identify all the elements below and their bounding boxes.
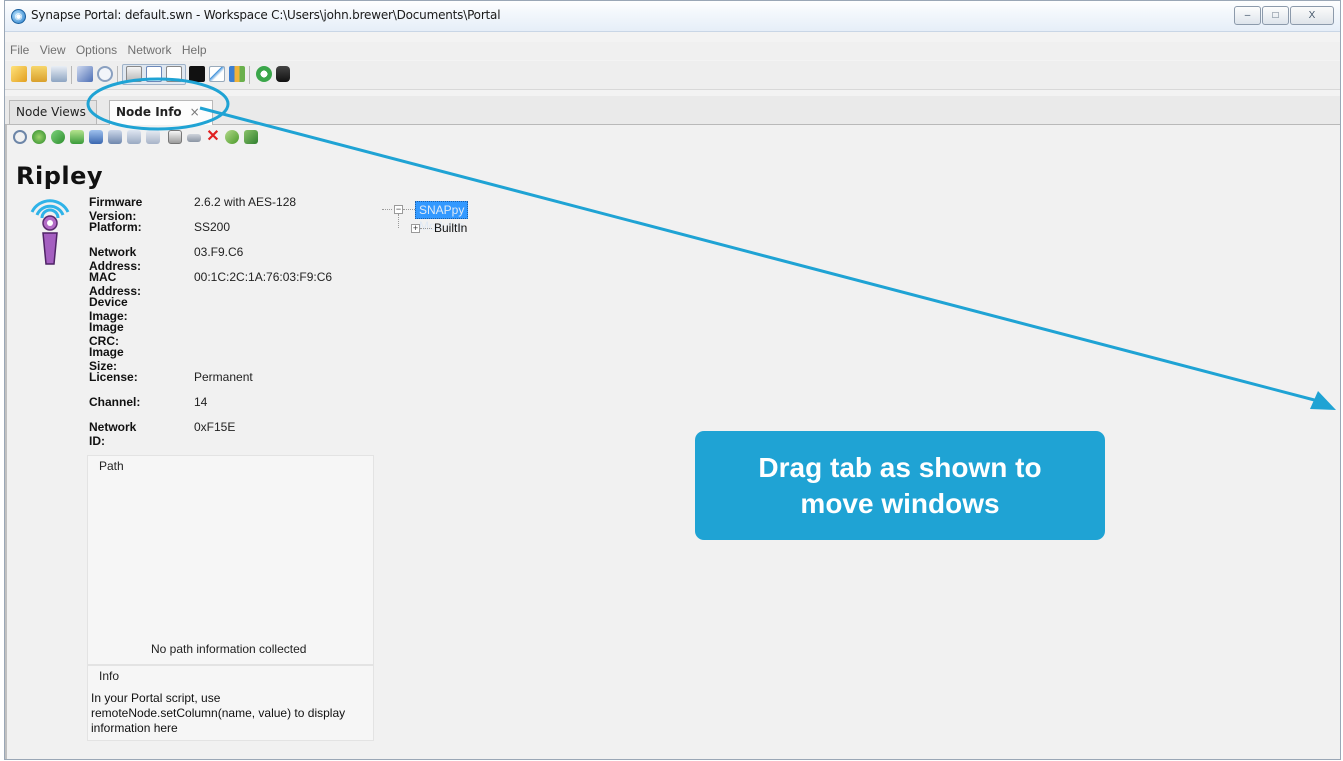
callout-line-2: move windows bbox=[800, 487, 1000, 519]
property-label: Network Address: bbox=[89, 245, 142, 273]
close-button[interactable]: X bbox=[1290, 6, 1334, 25]
toolbar-separator bbox=[71, 66, 72, 84]
tree-line bbox=[398, 214, 399, 228]
property-value: 0xF15E bbox=[194, 420, 236, 434]
info-panel: Info In your Portal script, use remoteNo… bbox=[87, 665, 374, 741]
app-window: ◉ Synapse Portal: default.swn - Workspac… bbox=[4, 0, 1341, 760]
query-icon[interactable] bbox=[32, 130, 46, 144]
tab-label: Node Views bbox=[16, 105, 86, 119]
maximize-button[interactable]: □ bbox=[1262, 6, 1289, 25]
node-views-icon[interactable] bbox=[126, 66, 142, 82]
tab-node-info[interactable]: Node Info × bbox=[109, 100, 213, 125]
tab-label: Node Info bbox=[116, 105, 182, 119]
tree-line bbox=[403, 209, 415, 210]
tab-node-views[interactable]: Node Views bbox=[9, 100, 97, 124]
toolbar-separator bbox=[117, 66, 118, 84]
path-label: Path bbox=[99, 459, 124, 473]
window-controls: – □ X bbox=[1233, 6, 1334, 25]
property-label: MAC Address: bbox=[89, 270, 142, 298]
property-value: 14 bbox=[194, 395, 208, 409]
property-label: License: bbox=[89, 370, 138, 384]
collapse-icon[interactable]: − bbox=[394, 205, 403, 214]
console-icon[interactable] bbox=[189, 66, 205, 82]
copy-icon[interactable] bbox=[168, 130, 182, 144]
tab-close-icon[interactable]: × bbox=[190, 105, 200, 119]
broadcast-ping-icon[interactable] bbox=[97, 66, 113, 82]
main-toolbar bbox=[5, 61, 1340, 90]
node-radio-icon bbox=[30, 199, 70, 265]
snappy-modules-icon[interactable] bbox=[166, 66, 182, 82]
expand-icon[interactable]: + bbox=[411, 224, 420, 233]
property-label: Image CRC: bbox=[89, 320, 124, 348]
export-icon[interactable] bbox=[244, 130, 258, 144]
app-icon: ◉ bbox=[11, 9, 26, 24]
property-label: Firmware Version: bbox=[89, 195, 143, 223]
property-value: 2.6.2 with AES-128 bbox=[194, 195, 297, 209]
property-label: Channel: bbox=[89, 395, 141, 409]
upload-script-icon[interactable] bbox=[70, 130, 84, 144]
tree-node-builtin[interactable]: BuiltIn bbox=[434, 220, 467, 236]
firmware-icon[interactable] bbox=[127, 130, 141, 144]
bar-chart-icon[interactable] bbox=[229, 66, 245, 82]
ping-icon[interactable] bbox=[13, 130, 27, 144]
menu-view[interactable]: View bbox=[36, 42, 69, 57]
new-network-icon[interactable] bbox=[11, 66, 27, 82]
binoculars-icon[interactable] bbox=[276, 66, 290, 82]
toolbar-separator bbox=[249, 66, 250, 84]
channel-icon[interactable] bbox=[146, 130, 160, 144]
callout-box: Drag tab as shown to move windows bbox=[695, 431, 1105, 540]
edit-script-icon[interactable] bbox=[77, 66, 93, 82]
info-label: Info bbox=[99, 669, 120, 683]
property-label: Platform: bbox=[89, 220, 142, 234]
reboot-icon[interactable] bbox=[225, 130, 239, 144]
tree-node-snappy-modules[interactable]: SNAPpy Modules bbox=[415, 201, 469, 233]
delete-icon[interactable]: ✕ bbox=[206, 129, 220, 145]
refresh-node-icon[interactable] bbox=[51, 130, 65, 144]
property-value: 03.F9.C6 bbox=[194, 245, 244, 259]
window-title: Synapse Portal: default.swn - Workspace … bbox=[31, 8, 501, 22]
refresh-icon[interactable] bbox=[256, 66, 272, 82]
property-label: Device Image: bbox=[89, 295, 128, 323]
title-bar[interactable]: ◉ Synapse Portal: default.swn - Workspac… bbox=[5, 1, 1340, 32]
tab-strip: Node Views Node Info × bbox=[5, 96, 1340, 125]
menu-help[interactable]: Help bbox=[178, 42, 210, 57]
menu-options[interactable]: Options bbox=[72, 42, 120, 57]
property-value: SS200 bbox=[194, 220, 231, 234]
save-icon[interactable] bbox=[51, 66, 67, 82]
callout-line-1: Drag tab as shown to bbox=[758, 451, 1042, 483]
info-text: In your Portal script, use remoteNode.se… bbox=[91, 691, 346, 735]
path-panel: Path No path information collected bbox=[87, 455, 374, 665]
tree-line bbox=[420, 228, 432, 229]
node-name: Ripley bbox=[16, 162, 104, 190]
menu-file[interactable]: File bbox=[5, 42, 32, 57]
path-empty-text: No path information collected bbox=[151, 642, 307, 656]
node-info-panel: ✕ Ripley Firmware Version: 2.6.2 with AES… bbox=[5, 125, 1340, 759]
menu-network[interactable]: Network bbox=[124, 42, 175, 57]
property-label: Network ID: bbox=[89, 420, 137, 448]
line-chart-icon[interactable] bbox=[209, 66, 225, 82]
node-info-icon[interactable] bbox=[146, 66, 162, 82]
open-folder-icon[interactable] bbox=[31, 66, 47, 82]
edit-node-icon[interactable] bbox=[108, 130, 122, 144]
nv-params-icon[interactable] bbox=[187, 134, 201, 142]
tree-line bbox=[382, 209, 392, 210]
property-label: Image Size: bbox=[89, 345, 124, 373]
minimize-button[interactable]: – bbox=[1234, 6, 1261, 25]
menu-bar: File View Options Network Help bbox=[5, 42, 1340, 60]
property-value: Permanent bbox=[194, 370, 253, 384]
download-icon[interactable] bbox=[89, 130, 103, 144]
property-value: 00:1C:2C:1A:76:03:F9:C6 bbox=[194, 270, 333, 284]
